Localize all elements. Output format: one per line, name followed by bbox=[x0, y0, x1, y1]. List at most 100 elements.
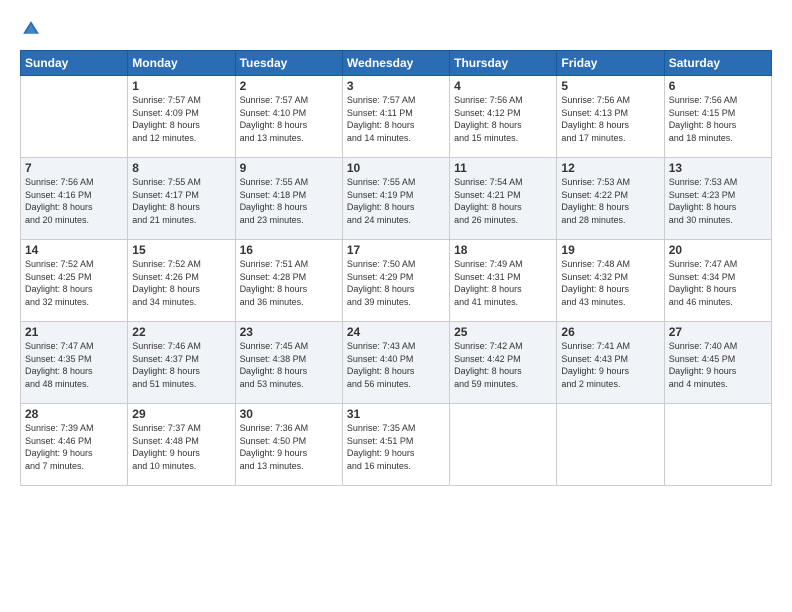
calendar-cell: 28Sunrise: 7:39 AM Sunset: 4:46 PM Dayli… bbox=[21, 404, 128, 486]
day-number: 17 bbox=[347, 243, 445, 257]
day-info: Sunrise: 7:41 AM Sunset: 4:43 PM Dayligh… bbox=[561, 340, 659, 390]
calendar-cell: 2Sunrise: 7:57 AM Sunset: 4:10 PM Daylig… bbox=[235, 76, 342, 158]
day-info: Sunrise: 7:56 AM Sunset: 4:15 PM Dayligh… bbox=[669, 94, 767, 144]
calendar-cell: 31Sunrise: 7:35 AM Sunset: 4:51 PM Dayli… bbox=[342, 404, 449, 486]
day-info: Sunrise: 7:42 AM Sunset: 4:42 PM Dayligh… bbox=[454, 340, 552, 390]
calendar-cell: 27Sunrise: 7:40 AM Sunset: 4:45 PM Dayli… bbox=[664, 322, 771, 404]
day-number: 15 bbox=[132, 243, 230, 257]
calendar-week-row: 21Sunrise: 7:47 AM Sunset: 4:35 PM Dayli… bbox=[21, 322, 772, 404]
calendar-cell: 5Sunrise: 7:56 AM Sunset: 4:13 PM Daylig… bbox=[557, 76, 664, 158]
day-number: 27 bbox=[669, 325, 767, 339]
calendar-cell: 1Sunrise: 7:57 AM Sunset: 4:09 PM Daylig… bbox=[128, 76, 235, 158]
day-number: 25 bbox=[454, 325, 552, 339]
day-number: 18 bbox=[454, 243, 552, 257]
day-number: 12 bbox=[561, 161, 659, 175]
calendar-header-row: SundayMondayTuesdayWednesdayThursdayFrid… bbox=[21, 51, 772, 76]
calendar-cell: 25Sunrise: 7:42 AM Sunset: 4:42 PM Dayli… bbox=[450, 322, 557, 404]
weekday-header: Wednesday bbox=[342, 51, 449, 76]
day-number: 7 bbox=[25, 161, 123, 175]
calendar-week-row: 7Sunrise: 7:56 AM Sunset: 4:16 PM Daylig… bbox=[21, 158, 772, 240]
calendar-cell bbox=[557, 404, 664, 486]
day-number: 28 bbox=[25, 407, 123, 421]
calendar-cell: 17Sunrise: 7:50 AM Sunset: 4:29 PM Dayli… bbox=[342, 240, 449, 322]
header bbox=[20, 18, 772, 40]
calendar-cell: 15Sunrise: 7:52 AM Sunset: 4:26 PM Dayli… bbox=[128, 240, 235, 322]
day-info: Sunrise: 7:39 AM Sunset: 4:46 PM Dayligh… bbox=[25, 422, 123, 472]
calendar-cell: 12Sunrise: 7:53 AM Sunset: 4:22 PM Dayli… bbox=[557, 158, 664, 240]
calendar-cell: 18Sunrise: 7:49 AM Sunset: 4:31 PM Dayli… bbox=[450, 240, 557, 322]
day-info: Sunrise: 7:55 AM Sunset: 4:17 PM Dayligh… bbox=[132, 176, 230, 226]
calendar-cell: 9Sunrise: 7:55 AM Sunset: 4:18 PM Daylig… bbox=[235, 158, 342, 240]
day-info: Sunrise: 7:47 AM Sunset: 4:35 PM Dayligh… bbox=[25, 340, 123, 390]
calendar-week-row: 28Sunrise: 7:39 AM Sunset: 4:46 PM Dayli… bbox=[21, 404, 772, 486]
day-info: Sunrise: 7:51 AM Sunset: 4:28 PM Dayligh… bbox=[240, 258, 338, 308]
calendar-cell: 23Sunrise: 7:45 AM Sunset: 4:38 PM Dayli… bbox=[235, 322, 342, 404]
day-info: Sunrise: 7:57 AM Sunset: 4:10 PM Dayligh… bbox=[240, 94, 338, 144]
day-number: 29 bbox=[132, 407, 230, 421]
calendar-week-row: 14Sunrise: 7:52 AM Sunset: 4:25 PM Dayli… bbox=[21, 240, 772, 322]
calendar-cell: 4Sunrise: 7:56 AM Sunset: 4:12 PM Daylig… bbox=[450, 76, 557, 158]
day-number: 23 bbox=[240, 325, 338, 339]
day-info: Sunrise: 7:53 AM Sunset: 4:23 PM Dayligh… bbox=[669, 176, 767, 226]
day-number: 8 bbox=[132, 161, 230, 175]
calendar-cell: 30Sunrise: 7:36 AM Sunset: 4:50 PM Dayli… bbox=[235, 404, 342, 486]
calendar-cell: 19Sunrise: 7:48 AM Sunset: 4:32 PM Dayli… bbox=[557, 240, 664, 322]
day-number: 11 bbox=[454, 161, 552, 175]
day-info: Sunrise: 7:56 AM Sunset: 4:16 PM Dayligh… bbox=[25, 176, 123, 226]
calendar-cell: 14Sunrise: 7:52 AM Sunset: 4:25 PM Dayli… bbox=[21, 240, 128, 322]
page: SundayMondayTuesdayWednesdayThursdayFrid… bbox=[0, 0, 792, 612]
logo bbox=[20, 18, 46, 40]
calendar-cell: 6Sunrise: 7:56 AM Sunset: 4:15 PM Daylig… bbox=[664, 76, 771, 158]
calendar-cell: 7Sunrise: 7:56 AM Sunset: 4:16 PM Daylig… bbox=[21, 158, 128, 240]
weekday-header: Friday bbox=[557, 51, 664, 76]
day-info: Sunrise: 7:49 AM Sunset: 4:31 PM Dayligh… bbox=[454, 258, 552, 308]
day-info: Sunrise: 7:52 AM Sunset: 4:25 PM Dayligh… bbox=[25, 258, 123, 308]
weekday-header: Saturday bbox=[664, 51, 771, 76]
day-info: Sunrise: 7:45 AM Sunset: 4:38 PM Dayligh… bbox=[240, 340, 338, 390]
calendar-cell: 11Sunrise: 7:54 AM Sunset: 4:21 PM Dayli… bbox=[450, 158, 557, 240]
day-info: Sunrise: 7:55 AM Sunset: 4:19 PM Dayligh… bbox=[347, 176, 445, 226]
day-info: Sunrise: 7:56 AM Sunset: 4:12 PM Dayligh… bbox=[454, 94, 552, 144]
calendar-cell: 8Sunrise: 7:55 AM Sunset: 4:17 PM Daylig… bbox=[128, 158, 235, 240]
calendar-cell: 13Sunrise: 7:53 AM Sunset: 4:23 PM Dayli… bbox=[664, 158, 771, 240]
day-number: 1 bbox=[132, 79, 230, 93]
weekday-header: Tuesday bbox=[235, 51, 342, 76]
day-info: Sunrise: 7:54 AM Sunset: 4:21 PM Dayligh… bbox=[454, 176, 552, 226]
day-number: 2 bbox=[240, 79, 338, 93]
day-info: Sunrise: 7:52 AM Sunset: 4:26 PM Dayligh… bbox=[132, 258, 230, 308]
day-info: Sunrise: 7:50 AM Sunset: 4:29 PM Dayligh… bbox=[347, 258, 445, 308]
calendar-cell: 22Sunrise: 7:46 AM Sunset: 4:37 PM Dayli… bbox=[128, 322, 235, 404]
calendar-cell: 24Sunrise: 7:43 AM Sunset: 4:40 PM Dayli… bbox=[342, 322, 449, 404]
day-info: Sunrise: 7:56 AM Sunset: 4:13 PM Dayligh… bbox=[561, 94, 659, 144]
day-number: 5 bbox=[561, 79, 659, 93]
day-number: 10 bbox=[347, 161, 445, 175]
calendar-cell bbox=[450, 404, 557, 486]
calendar-week-row: 1Sunrise: 7:57 AM Sunset: 4:09 PM Daylig… bbox=[21, 76, 772, 158]
calendar-table: SundayMondayTuesdayWednesdayThursdayFrid… bbox=[20, 50, 772, 486]
day-info: Sunrise: 7:43 AM Sunset: 4:40 PM Dayligh… bbox=[347, 340, 445, 390]
day-number: 16 bbox=[240, 243, 338, 257]
day-info: Sunrise: 7:57 AM Sunset: 4:11 PM Dayligh… bbox=[347, 94, 445, 144]
day-info: Sunrise: 7:48 AM Sunset: 4:32 PM Dayligh… bbox=[561, 258, 659, 308]
day-number: 13 bbox=[669, 161, 767, 175]
weekday-header: Thursday bbox=[450, 51, 557, 76]
weekday-header: Monday bbox=[128, 51, 235, 76]
calendar-cell: 20Sunrise: 7:47 AM Sunset: 4:34 PM Dayli… bbox=[664, 240, 771, 322]
calendar-cell: 3Sunrise: 7:57 AM Sunset: 4:11 PM Daylig… bbox=[342, 76, 449, 158]
day-info: Sunrise: 7:46 AM Sunset: 4:37 PM Dayligh… bbox=[132, 340, 230, 390]
day-number: 19 bbox=[561, 243, 659, 257]
calendar-cell bbox=[21, 76, 128, 158]
day-number: 14 bbox=[25, 243, 123, 257]
calendar-cell: 21Sunrise: 7:47 AM Sunset: 4:35 PM Dayli… bbox=[21, 322, 128, 404]
day-info: Sunrise: 7:57 AM Sunset: 4:09 PM Dayligh… bbox=[132, 94, 230, 144]
day-info: Sunrise: 7:40 AM Sunset: 4:45 PM Dayligh… bbox=[669, 340, 767, 390]
day-info: Sunrise: 7:37 AM Sunset: 4:48 PM Dayligh… bbox=[132, 422, 230, 472]
logo-icon bbox=[20, 18, 42, 40]
day-number: 31 bbox=[347, 407, 445, 421]
day-number: 30 bbox=[240, 407, 338, 421]
day-number: 24 bbox=[347, 325, 445, 339]
day-info: Sunrise: 7:55 AM Sunset: 4:18 PM Dayligh… bbox=[240, 176, 338, 226]
day-number: 21 bbox=[25, 325, 123, 339]
weekday-header: Sunday bbox=[21, 51, 128, 76]
day-number: 6 bbox=[669, 79, 767, 93]
